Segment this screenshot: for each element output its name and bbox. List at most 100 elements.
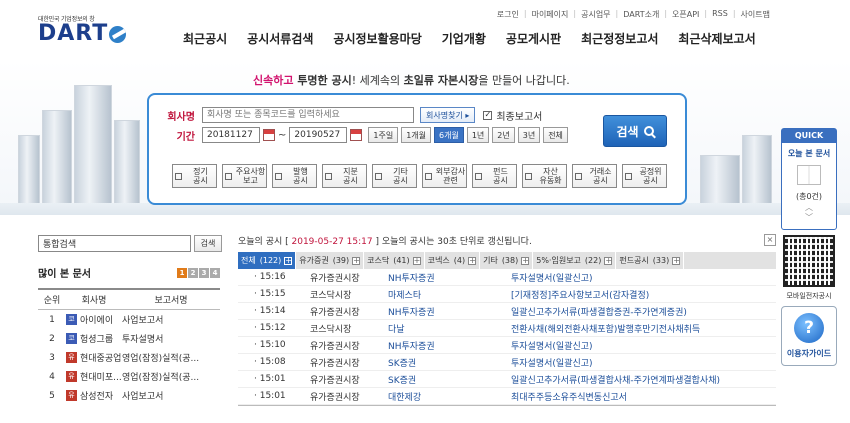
filter-checkbox[interactable]: 공정위 공시 <box>622 164 667 188</box>
filter-checkbox[interactable]: 거래소 공시 <box>572 164 617 188</box>
list-item[interactable]: · 15:01 유가증권시장 SK증권 일괄신고추가서류(파생결합사채-주가연계파생결… <box>238 371 776 388</box>
table-row[interactable]: 2 코 헝셩그룹 투자설명서 <box>38 329 220 348</box>
list-item[interactable]: · 15:08 유가증권시장 SK증권 투자설명서(일괄신고) <box>238 354 776 371</box>
report-link[interactable]: 투자설명서(일괄신고) <box>511 271 776 284</box>
report-link[interactable]: [기재정정]주요사항보고서(감자결정) <box>511 288 776 301</box>
plus-icon[interactable]: + <box>352 256 361 265</box>
market-tab[interactable]: 펀드공시 (33) + <box>616 252 685 269</box>
company-link[interactable]: NH투자증권 <box>388 305 511 318</box>
nav-item[interactable]: 기업개황 <box>442 30 486 47</box>
table-row[interactable]: 1 코 아이에이 사업보고서 <box>38 310 220 329</box>
filter-checkbox[interactable]: 발행 공시 <box>272 164 317 188</box>
period-button[interactable]: 전체 <box>543 127 568 143</box>
company-find-button[interactable]: 회사명찾기 ▸ <box>420 107 476 123</box>
nav-item[interactable]: 공시정보활용마당 <box>333 30 421 47</box>
plus-icon[interactable]: + <box>604 256 613 265</box>
period-button[interactable]: 1년 <box>466 127 490 143</box>
period-button[interactable]: 1개월 <box>401 127 432 143</box>
filter-checkbox[interactable]: 자산 유동화 <box>522 164 567 188</box>
page-button[interactable]: 4 <box>210 267 220 278</box>
company-link[interactable]: NH투자증권 <box>388 271 511 284</box>
plus-icon[interactable]: + <box>412 256 421 265</box>
table-row[interactable]: 5 유 삼성전자 사업보고서 <box>38 386 220 405</box>
period-button[interactable]: 2년 <box>492 127 515 143</box>
user-guide-button[interactable]: ? 이용자가이드 <box>781 306 837 366</box>
table-row[interactable]: 4 유 현대미포... 영업(잠정)실적(공... <box>38 367 220 386</box>
util-link[interactable]: 로그인 <box>497 9 519 20</box>
search-button[interactable]: 검색 <box>603 115 667 147</box>
company-name[interactable]: 현대중공업 <box>80 351 121 364</box>
market-tab[interactable]: 기타 (38) + <box>480 252 534 269</box>
report-name[interactable]: 사업보고서 <box>122 389 220 402</box>
market-tab[interactable]: 코넥스 (4) + <box>425 252 481 269</box>
latest-report-checkbox[interactable]: ✓ <box>483 110 493 120</box>
nav-item[interactable]: 최근정정보고서 <box>581 30 658 47</box>
report-name[interactable]: 영업(잠정)실적(공... <box>122 370 220 383</box>
list-item[interactable]: · 15:01 유가증권시장 대한제강 최대주주등소유주식변동신고서 <box>238 388 776 405</box>
nav-item[interactable]: 최근공시 <box>183 30 227 47</box>
integrated-search-input[interactable] <box>38 235 191 252</box>
filter-checkbox[interactable]: 주요사항 보고 <box>222 164 267 188</box>
market-tab[interactable]: 코스닥 (41) + <box>364 252 425 269</box>
filter-checkbox[interactable]: 지분 공시 <box>322 164 367 188</box>
util-link[interactable]: 마이페이지 <box>532 9 569 20</box>
util-link[interactable]: 사이트맵 <box>741 9 770 20</box>
list-item[interactable]: · 15:16 유가증권시장 NH투자증권 투자설명서(일괄신고) <box>238 269 776 286</box>
company-link[interactable]: NH투자증권 <box>388 339 511 352</box>
filter-checkbox[interactable]: 기타 공시 <box>372 164 417 188</box>
filter-checkbox[interactable]: 정기 공시 <box>172 164 217 188</box>
plus-icon[interactable]: + <box>672 256 681 265</box>
company-search-input[interactable] <box>202 107 414 123</box>
page-button[interactable]: 3 <box>199 267 209 278</box>
plus-icon[interactable]: + <box>468 256 477 265</box>
util-link[interactable]: DART소개 <box>623 9 659 20</box>
mobile-disclosure-label[interactable]: 모바일전자공시 <box>781 291 837 301</box>
report-link[interactable]: 일괄신고추가서류(파생결합증권-주가연계증권) <box>511 305 776 318</box>
market-tab[interactable]: 유가증권 (39) + <box>296 252 365 269</box>
start-date-input[interactable] <box>202 127 260 143</box>
list-item[interactable]: · 15:12 코스닥시장 다날 전환사채(해외전환사채포함)발행후만기전사채취득 <box>238 320 776 337</box>
chevron-up-icon[interactable]: ︿ <box>782 204 836 212</box>
end-date-input[interactable] <box>289 127 348 143</box>
list-item[interactable]: · 15:10 유가증권시장 NH투자증권 투자설명서(일괄신고) <box>238 337 776 354</box>
period-button[interactable]: 1주일 <box>368 127 399 143</box>
qr-code-image[interactable] <box>783 235 835 287</box>
report-link[interactable]: 전환사채(해외전환사채포함)발행후만기전사채취득 <box>511 322 776 335</box>
market-tab[interactable]: 전체 (122) + <box>238 252 297 269</box>
list-item[interactable]: · 15:15 코스닥시장 마제스타 [기재정정]주요사항보고서(감자결정) <box>238 286 776 303</box>
report-link[interactable]: 일괄신고추가서류(파생결합사채-주가연계파생결합사채) <box>511 373 776 386</box>
table-row[interactable]: 3 유 현대중공업 영업(잠정)실적(공... <box>38 348 220 367</box>
nav-item[interactable]: 공모게시판 <box>506 30 561 47</box>
report-link[interactable]: 최대주주등소유주식변동신고서 <box>511 390 776 403</box>
company-link[interactable]: 대한제강 <box>388 390 511 403</box>
plus-icon[interactable]: + <box>284 256 293 265</box>
list-item[interactable]: · 15:14 유가증권시장 NH투자증권 일괄신고추가서류(파생결합증권-주가연계증… <box>238 303 776 320</box>
filter-checkbox[interactable]: 펀드 공시 <box>472 164 517 188</box>
company-name[interactable]: 삼성전자 <box>80 389 113 402</box>
report-name[interactable]: 투자설명서 <box>122 332 220 345</box>
util-link[interactable]: RSS <box>712 9 728 20</box>
company-name[interactable]: 현대미포... <box>80 370 122 383</box>
report-link[interactable]: 투자설명서(일괄신고) <box>511 356 776 369</box>
page-button[interactable]: 2 <box>188 267 198 278</box>
company-link[interactable]: SK증권 <box>388 356 511 369</box>
chevron-down-icon[interactable]: ﹀ <box>782 214 836 222</box>
report-name[interactable]: 영업(잠정)실적(공... <box>122 351 220 364</box>
plus-icon[interactable]: + <box>521 256 530 265</box>
company-link[interactable]: 마제스타 <box>388 288 511 301</box>
period-button[interactable]: 6개월 <box>434 127 464 143</box>
calendar-icon[interactable] <box>263 129 275 141</box>
period-button[interactable]: 3년 <box>517 127 541 143</box>
nav-item[interactable]: 공시서류검색 <box>247 30 313 47</box>
company-link[interactable]: 다날 <box>388 322 511 335</box>
company-name[interactable]: 아이에이 <box>80 313 113 326</box>
integrated-search-button[interactable]: 검색 <box>194 235 222 252</box>
company-link[interactable]: SK증권 <box>388 373 511 386</box>
util-link[interactable]: 공시업무 <box>581 9 610 20</box>
calendar-icon[interactable] <box>350 129 363 141</box>
market-tab[interactable]: 5%·임원보고 (22) + <box>533 252 617 269</box>
page-button[interactable]: 1 <box>177 267 187 278</box>
nav-item[interactable]: 최근삭제보고서 <box>678 30 755 47</box>
dart-logo[interactable]: 대한민국 기업정보의 창 DART <box>38 14 127 45</box>
company-name[interactable]: 헝셩그룹 <box>80 332 113 345</box>
